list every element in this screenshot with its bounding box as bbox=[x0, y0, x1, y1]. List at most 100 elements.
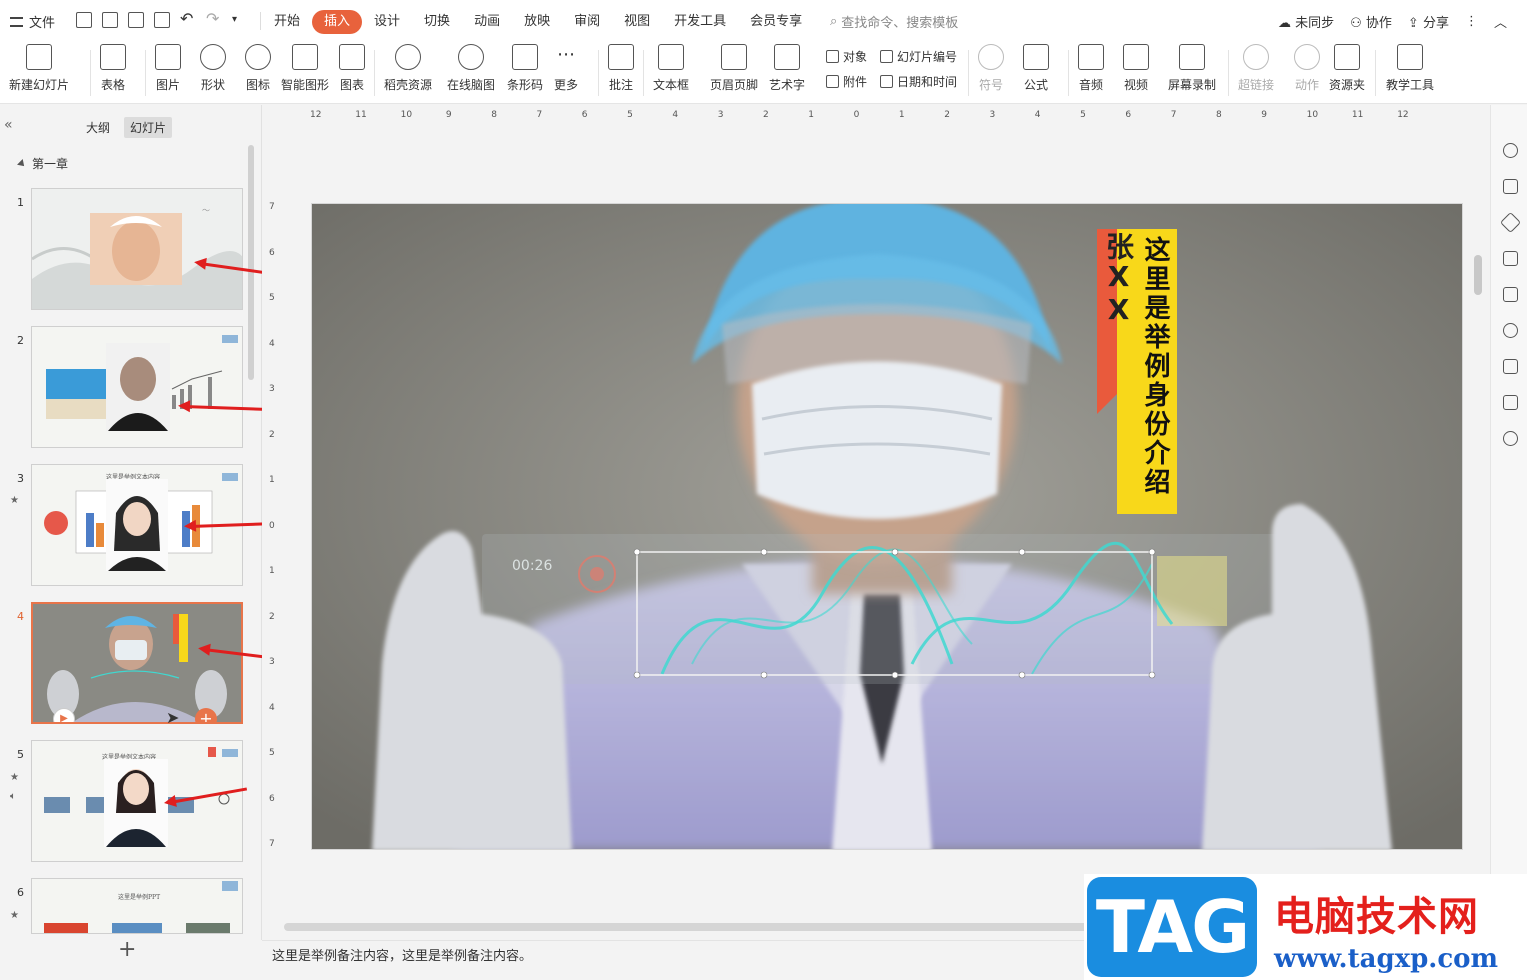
tab-developer[interactable]: 开发工具 bbox=[662, 10, 738, 34]
tab-slideshow[interactable]: 放映 bbox=[512, 10, 562, 34]
ruler-tick-label: 3 bbox=[269, 657, 275, 667]
horizontal-scrollbar[interactable] bbox=[284, 923, 1094, 931]
slide-thumbnail-5[interactable]: 这里是举例文本内容 bbox=[31, 740, 243, 862]
tab-review[interactable]: 审阅 bbox=[562, 10, 612, 34]
export-icon[interactable] bbox=[102, 12, 118, 28]
book-icon[interactable] bbox=[1503, 359, 1518, 374]
docer-button[interactable]: 稻壳资源 bbox=[384, 44, 432, 93]
undo-icon[interactable]: ↶ bbox=[180, 11, 196, 28]
divider bbox=[145, 50, 146, 96]
header-footer-button[interactable]: 页眉页脚 bbox=[710, 44, 758, 93]
smart-shape-button[interactable]: 智能图形 bbox=[281, 44, 329, 93]
collapse-ribbon-icon[interactable]: ︿ bbox=[1494, 12, 1507, 31]
ai-icon[interactable] bbox=[1503, 323, 1518, 338]
panel-scrollbar[interactable] bbox=[248, 145, 254, 380]
site-watermark: TAG 电脑技术网 www.tagxp.com bbox=[1084, 874, 1527, 980]
shape-button[interactable]: 形状 bbox=[200, 44, 226, 93]
icon-button[interactable]: 图标 bbox=[245, 44, 271, 93]
rocket-icon[interactable] bbox=[1503, 143, 1518, 158]
divider bbox=[598, 50, 599, 96]
new-slide-button[interactable]: 新建幻灯片 bbox=[9, 44, 69, 93]
symbol-label: 符号 bbox=[978, 78, 1003, 92]
editor-scrollbar[interactable] bbox=[1474, 255, 1482, 295]
textbox-button[interactable]: 文本框 bbox=[653, 44, 689, 93]
calendar-icon bbox=[880, 75, 893, 88]
add-slide-button[interactable]: + bbox=[118, 937, 136, 962]
collab-button[interactable]: ⚇ 协作 bbox=[1350, 12, 1392, 31]
tab-design[interactable]: 设计 bbox=[362, 10, 412, 34]
action-button[interactable]: 动作 bbox=[1294, 44, 1320, 93]
help-icon[interactable] bbox=[1503, 431, 1518, 446]
object-button[interactable]: 对象 bbox=[826, 48, 867, 65]
formula-button[interactable]: 公式 bbox=[1023, 44, 1049, 93]
wordart-button[interactable]: 艺术字 bbox=[769, 44, 805, 93]
icon-label: 图标 bbox=[245, 78, 270, 92]
ruler-tick-label: 2 bbox=[269, 611, 275, 622]
tab-animations[interactable]: 动画 bbox=[462, 10, 512, 34]
file-menu[interactable]: 文件 bbox=[10, 12, 55, 31]
print-preview-icon[interactable] bbox=[154, 12, 170, 28]
print-icon[interactable] bbox=[128, 12, 144, 28]
command-search[interactable]: ⌕ 查找命令、搜索模板 bbox=[830, 12, 958, 31]
resources-button[interactable]: 资源夹 bbox=[1329, 44, 1365, 93]
slide-thumbnail-1[interactable]: 〜 bbox=[31, 188, 243, 310]
slide-2-preview bbox=[32, 327, 242, 447]
datetime-label: 日期和时间 bbox=[897, 75, 958, 89]
tab-member[interactable]: 会员专享 bbox=[738, 10, 814, 34]
sync-button[interactable]: ☁ 未同步 bbox=[1278, 12, 1334, 31]
more-options-icon[interactable]: ⋮ bbox=[1465, 14, 1478, 29]
attachment-label: 附件 bbox=[843, 75, 868, 89]
sliders-icon[interactable] bbox=[1503, 179, 1518, 194]
slide-canvas[interactable]: 00:26 张XX 这里是举例身份介绍 bbox=[311, 203, 1463, 850]
name-text[interactable]: 张XX bbox=[1099, 232, 1135, 326]
hyperlink-button[interactable]: 超链接 bbox=[1238, 44, 1274, 93]
teaching-tools-button[interactable]: 教学工具 bbox=[1386, 44, 1434, 93]
picture-button[interactable]: 图片 bbox=[155, 44, 181, 93]
table-button[interactable]: 表格 bbox=[100, 44, 126, 93]
audio-button[interactable]: 音频 bbox=[1078, 44, 1104, 93]
collapse-panel-icon[interactable]: « bbox=[4, 117, 13, 133]
redo-icon[interactable]: ↷ bbox=[206, 11, 222, 28]
cube-icon[interactable] bbox=[1503, 395, 1518, 410]
star-icon[interactable] bbox=[1499, 211, 1522, 234]
mindmap-icon bbox=[458, 44, 484, 70]
symbol-button[interactable]: 符号 bbox=[978, 44, 1004, 93]
save-icon[interactable] bbox=[76, 12, 92, 28]
datetime-button[interactable]: 日期和时间 bbox=[880, 73, 957, 90]
tab-transitions[interactable]: 切换 bbox=[412, 10, 462, 34]
comment-button[interactable]: 批注 bbox=[608, 44, 634, 93]
screen-record-label: 屏幕录制 bbox=[1168, 78, 1217, 92]
slide-number-button[interactable]: 幻灯片编号 bbox=[880, 48, 957, 65]
attachment-button[interactable]: 附件 bbox=[826, 73, 867, 90]
tab-home[interactable]: 开始 bbox=[262, 10, 312, 34]
action-label: 动作 bbox=[1294, 78, 1319, 92]
right-sidebar bbox=[1490, 105, 1527, 980]
slide-thumbnail-2[interactable] bbox=[31, 326, 243, 448]
ruler-tick-label: 2 bbox=[763, 110, 769, 120]
tab-outline[interactable]: 大纲 bbox=[80, 117, 116, 138]
intro-text[interactable]: 这里是举例身份介绍 bbox=[1132, 236, 1172, 497]
image-icon[interactable] bbox=[1503, 287, 1518, 302]
more-button[interactable]: ⋯ 更多 bbox=[553, 44, 579, 93]
chevron-down-icon[interactable]: ▾ bbox=[232, 12, 248, 28]
tab-insert[interactable]: 插入 bbox=[312, 10, 363, 34]
smart-shape-label: 智能图形 bbox=[281, 78, 330, 92]
play-icon[interactable]: ▶ bbox=[53, 708, 75, 722]
link-icon bbox=[1243, 44, 1269, 70]
chart-button[interactable]: 图表 bbox=[339, 44, 365, 93]
slide-thumbnail-6[interactable]: 这里是举例PPT bbox=[31, 878, 243, 934]
ruler-tick-label: 4 bbox=[1034, 110, 1041, 120]
copy-icon[interactable] bbox=[1503, 251, 1518, 266]
video-button[interactable]: 视频 bbox=[1123, 44, 1149, 93]
share-button[interactable]: ⇪ 分享 bbox=[1408, 12, 1449, 31]
divider bbox=[374, 50, 375, 96]
slide-thumbnail-4[interactable]: ▶ + bbox=[31, 602, 243, 724]
section-header[interactable]: 第一章 bbox=[17, 155, 68, 172]
screen-record-button[interactable]: 屏幕录制 bbox=[1168, 44, 1216, 93]
tab-slides[interactable]: 幻灯片 bbox=[124, 117, 173, 138]
barcode-button[interactable]: 条形码 bbox=[507, 44, 543, 93]
tab-view[interactable]: 视图 bbox=[612, 10, 662, 34]
sync-label: 未同步 bbox=[1295, 16, 1335, 31]
add-slide-icon[interactable]: + bbox=[195, 708, 217, 722]
mindmap-button[interactable]: 在线脑图 bbox=[447, 44, 495, 93]
